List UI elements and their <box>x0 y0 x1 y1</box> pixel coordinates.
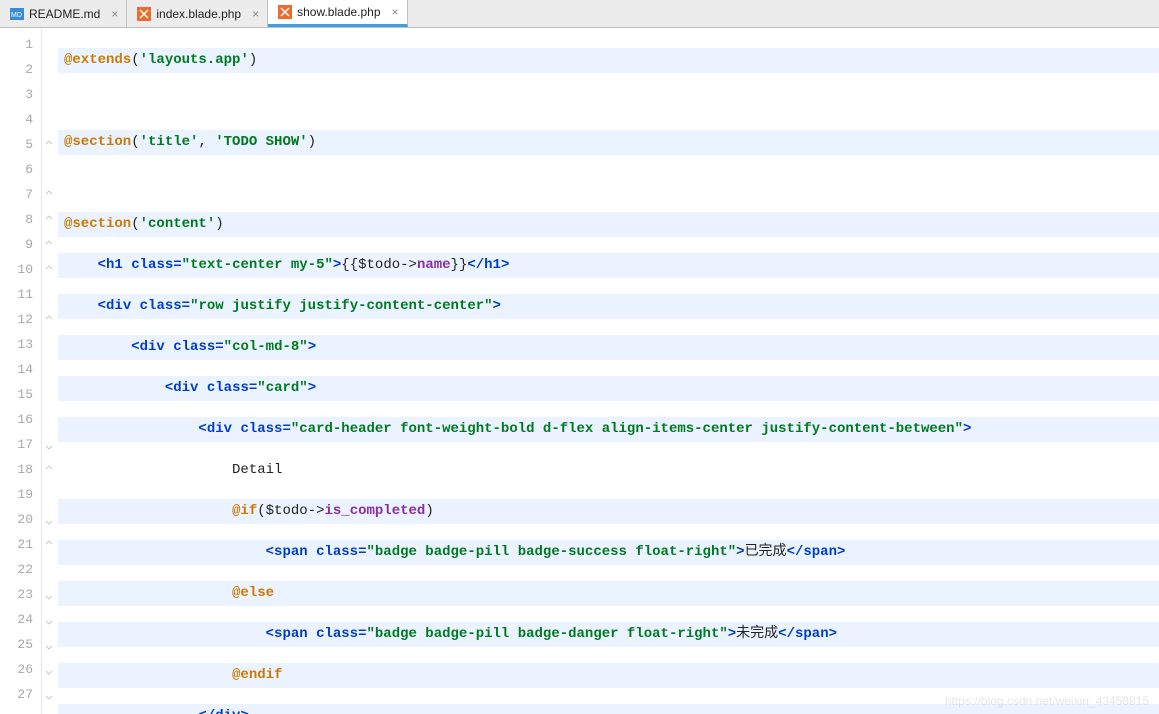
blade-icon <box>137 7 151 21</box>
close-icon[interactable]: × <box>392 5 399 19</box>
close-icon[interactable]: × <box>252 7 259 21</box>
tab-label: show.blade.php <box>297 5 380 19</box>
blade-icon <box>278 5 292 19</box>
close-icon[interactable]: × <box>111 7 118 21</box>
code-content[interactable]: @extends('layouts.app') @section('title'… <box>58 28 1159 714</box>
line-number-gutter: 12345 678910 1112131415 1617181920 21222… <box>0 28 42 714</box>
tab-show[interactable]: show.blade.php × <box>268 0 407 27</box>
tab-label: index.blade.php <box>156 7 241 21</box>
editor-area[interactable]: 12345 678910 1112131415 1617181920 21222… <box>0 28 1159 714</box>
tab-label: README.md <box>29 7 100 21</box>
tab-index[interactable]: index.blade.php × <box>127 0 268 27</box>
svg-text:MD: MD <box>11 12 22 19</box>
fold-gutter <box>42 28 58 714</box>
tab-bar: MD README.md × index.blade.php × show.bl… <box>0 0 1159 28</box>
markdown-icon: MD <box>10 7 24 21</box>
tab-readme[interactable]: MD README.md × <box>0 0 127 27</box>
